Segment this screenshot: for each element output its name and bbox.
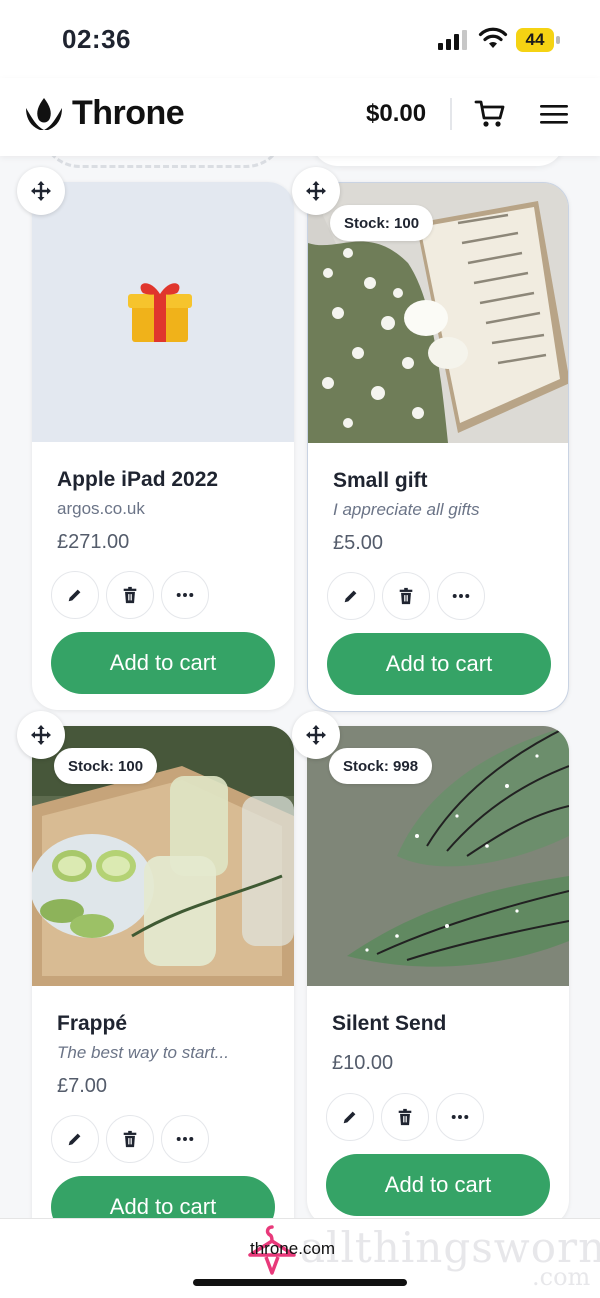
move-icon (31, 181, 51, 201)
more-icon (451, 1115, 469, 1119)
status-time: 02:36 (62, 24, 131, 54)
product-title: Silent Send (332, 1012, 447, 1035)
watermark-domain: .com (532, 1263, 591, 1291)
stock-badge: Stock: 998 (329, 748, 433, 784)
more-options-button[interactable] (161, 1115, 209, 1163)
product-title: Small gift (333, 469, 428, 492)
edit-button[interactable] (51, 1115, 99, 1163)
trash-icon (399, 587, 413, 605)
status-bar: 02:36 44 (0, 0, 600, 78)
product-image[interactable] (32, 182, 294, 442)
stock-badge: Stock: 100 (54, 748, 158, 784)
add-to-cart-button[interactable]: Add to cart (326, 1154, 550, 1216)
trash-icon (123, 586, 137, 604)
home-indicator[interactable] (193, 1279, 407, 1286)
wallet-balance[interactable]: $0.00 (366, 100, 426, 128)
more-options-button[interactable] (161, 571, 209, 619)
stock-badge: Stock: 100 (330, 205, 434, 241)
pencil-icon (343, 1111, 356, 1124)
cart-icon[interactable] (474, 99, 506, 129)
product-price: £271.00 (57, 531, 130, 553)
product-card[interactable]: Stock: 998 Silent Send £10.00 Add to car… (307, 726, 569, 1218)
more-icon (452, 594, 470, 598)
move-icon (31, 725, 51, 745)
add-to-cart-button[interactable]: Add to cart (51, 632, 275, 694)
drag-handle[interactable] (292, 711, 340, 759)
battery-level: 44 (516, 28, 554, 52)
header-divider (450, 98, 452, 130)
drag-handle[interactable] (17, 167, 65, 215)
drag-handle[interactable] (292, 167, 340, 215)
move-icon (306, 181, 326, 201)
more-options-button[interactable] (436, 1093, 484, 1141)
move-icon (306, 725, 326, 745)
trash-icon (398, 1108, 412, 1126)
cellular-signal-icon (438, 30, 467, 50)
product-subtitle: I appreciate all gifts (333, 500, 480, 519)
edit-button[interactable] (326, 1093, 374, 1141)
delete-button[interactable] (106, 571, 154, 619)
wifi-icon (478, 27, 508, 48)
add-to-cart-button[interactable]: Add to cart (327, 633, 551, 695)
card-partial (312, 156, 564, 166)
brand-name[interactable]: Throne (72, 94, 185, 133)
browser-footer: allthingsworn .com throne.com (0, 1218, 600, 1298)
product-title: Frappé (57, 1012, 128, 1035)
pencil-icon (68, 589, 81, 602)
product-card[interactable]: Apple iPad 2022 argos.co.uk £271.00 Add … (32, 182, 294, 710)
product-title: Apple iPad 2022 (57, 468, 219, 491)
more-icon (176, 593, 194, 597)
throne-logo-icon[interactable] (22, 96, 66, 132)
drop-placeholder (40, 156, 286, 168)
delete-button[interactable] (382, 572, 430, 620)
product-price: £10.00 (332, 1052, 394, 1074)
product-grid: Apple iPad 2022 argos.co.uk £271.00 Add … (0, 156, 600, 1218)
product-price: £7.00 (57, 1075, 108, 1097)
pencil-icon (68, 1133, 81, 1146)
product-card[interactable]: Stock: 100 Small gift I appreciate all g… (307, 182, 569, 712)
gift-box-icon (128, 283, 192, 342)
app-header: Throne $0.00 (0, 78, 600, 156)
footer-url[interactable]: throne.com (250, 1239, 335, 1259)
menu-icon[interactable] (540, 102, 568, 126)
pencil-icon (344, 590, 357, 603)
more-options-button[interactable] (437, 572, 485, 620)
more-icon (176, 1137, 194, 1141)
delete-button[interactable] (106, 1115, 154, 1163)
trash-icon (123, 1130, 137, 1148)
edit-button[interactable] (327, 572, 375, 620)
add-to-cart-button[interactable]: Add to cart (51, 1176, 275, 1218)
delete-button[interactable] (381, 1093, 429, 1141)
product-subtitle: The best way to start... (57, 1043, 229, 1062)
product-price: £5.00 (333, 532, 384, 554)
battery-indicator: 44 (516, 28, 560, 52)
edit-button[interactable] (51, 571, 99, 619)
product-subtitle: argos.co.uk (57, 499, 145, 518)
drag-handle[interactable] (17, 711, 65, 759)
product-card[interactable]: Stock: 100 Frappé The best way to start.… (32, 726, 294, 1218)
